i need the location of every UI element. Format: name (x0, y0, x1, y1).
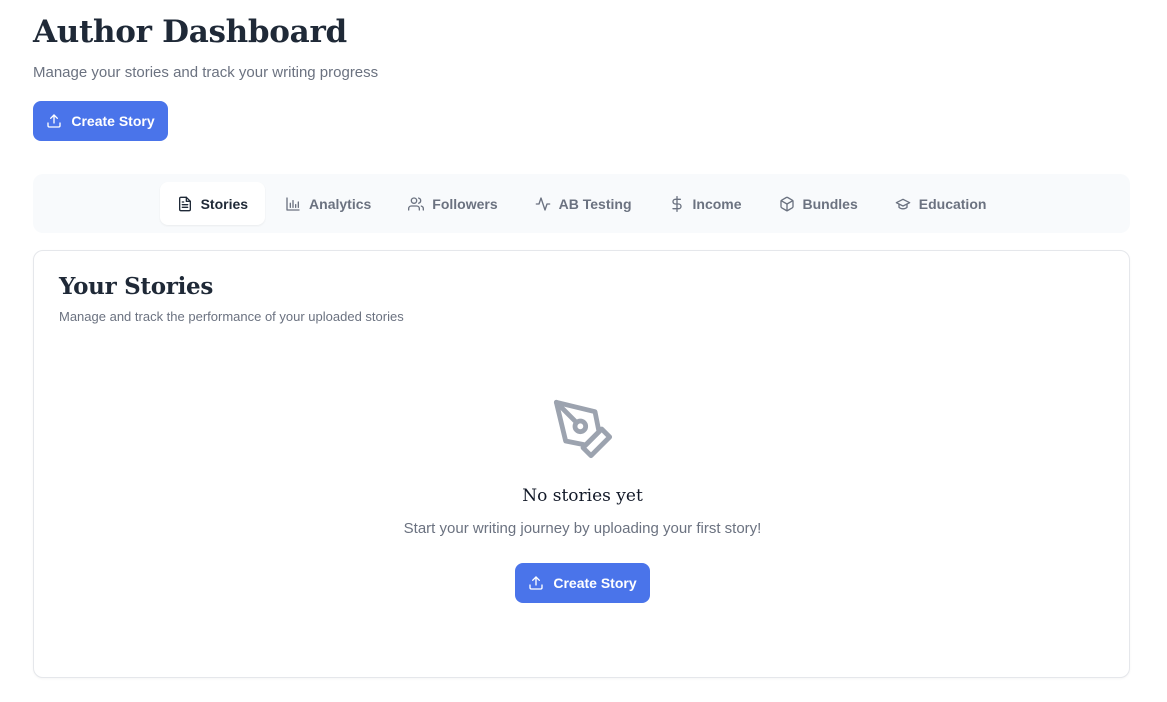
stories-subtitle: Manage and track the performance of your… (59, 309, 404, 324)
tab-label: Followers (432, 195, 498, 212)
package-icon (779, 196, 794, 211)
create-story-label: Create Story (71, 113, 155, 129)
tab-label: Stories (200, 195, 249, 212)
tab-bar: Stories Analytics Followers AB Testing I… (33, 174, 1130, 233)
empty-text: Start your writing journey by uploading … (403, 520, 762, 537)
page-subtitle: Manage your stories and track your writi… (33, 64, 379, 81)
tab-education[interactable]: Education (878, 182, 1004, 225)
tab-label: Bundles (802, 195, 858, 212)
tab-income[interactable]: Income (652, 182, 759, 225)
tab-bundles[interactable]: Bundles (762, 182, 875, 225)
stories-title: Your Stories (59, 273, 214, 300)
tab-analytics[interactable]: Analytics (268, 182, 388, 225)
tab-stories[interactable]: Stories (159, 182, 266, 225)
empty-state: No stories yet Start your writing journe… (34, 397, 1131, 603)
pen-tool-icon (553, 399, 612, 459)
tab-label: Analytics (309, 195, 372, 212)
empty-title: No stories yet (522, 486, 643, 506)
tab-label: Income (692, 195, 742, 212)
bar-chart-icon (286, 196, 300, 211)
empty-create-story-label: Create Story (553, 575, 637, 591)
page-title: Author Dashboard (33, 14, 347, 50)
dollar-icon (671, 195, 682, 212)
upload-icon (529, 576, 544, 590)
empty-create-story-button[interactable]: Create Story (515, 563, 650, 603)
graduation-cap-icon (895, 198, 911, 209)
tab-ab-testing[interactable]: AB Testing (518, 182, 649, 225)
tab-label: AB Testing (558, 195, 632, 212)
tab-followers[interactable]: Followers (391, 182, 514, 225)
stories-card: Your Stories Manage and track the perfor… (33, 250, 1130, 678)
tab-label: Education (918, 195, 987, 212)
file-text-icon (178, 196, 191, 211)
activity-icon (535, 196, 550, 211)
users-icon (408, 196, 425, 211)
create-story-button[interactable]: Create Story (33, 101, 168, 141)
upload-icon (47, 114, 62, 128)
